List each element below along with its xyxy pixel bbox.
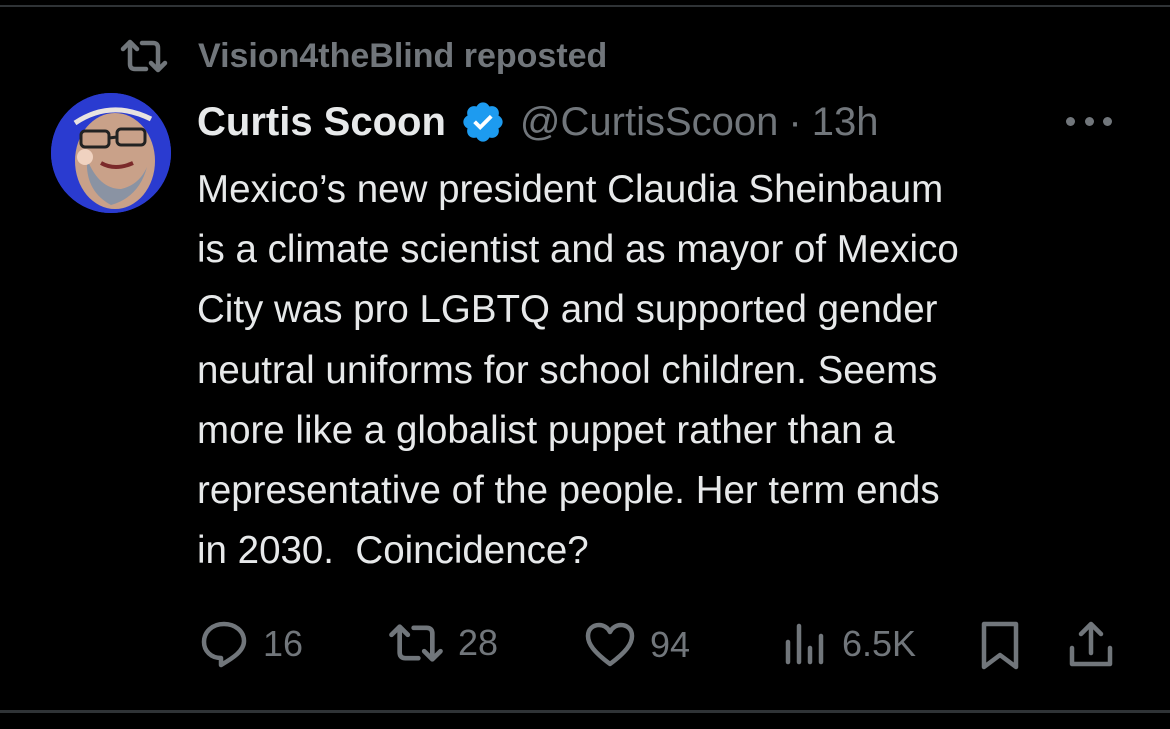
tweet-text[interactable]: Mexico’s new president Claudia Sheinbaum… xyxy=(197,160,1137,581)
repost-context[interactable]: Vision4theBlind reposted xyxy=(120,34,607,78)
share-button[interactable] xyxy=(1068,620,1114,670)
like-count: 94 xyxy=(650,624,691,665)
bottom-divider xyxy=(0,710,1170,713)
bookmark-button[interactable] xyxy=(980,620,1020,672)
repost-count: 28 xyxy=(458,622,499,663)
author-handle[interactable]: @CurtisScoon xyxy=(520,100,778,145)
more-dot xyxy=(1103,116,1112,126)
more-dot xyxy=(1066,116,1075,126)
more-dot xyxy=(1084,116,1094,126)
like-button[interactable]: 94 xyxy=(584,622,690,668)
reply-button[interactable]: 16 xyxy=(199,620,303,668)
reply-icon xyxy=(201,621,247,668)
top-divider xyxy=(0,5,1170,7)
display-name[interactable]: Curtis Scoon xyxy=(197,100,446,145)
repost-label: Vision4theBlind reposted xyxy=(198,36,608,75)
action-bar: 16 28 94 6.5K xyxy=(0,618,1170,676)
tweet-header: Curtis Scoon @CurtisScoon · 13h xyxy=(197,95,878,149)
avatar[interactable] xyxy=(51,93,171,213)
bookmark-icon xyxy=(981,621,1019,670)
views-button[interactable]: 6.5K xyxy=(784,622,916,666)
post-time[interactable]: 13h xyxy=(812,100,879,145)
verified-badge-icon[interactable] xyxy=(460,99,506,145)
more-options-icon[interactable] xyxy=(1066,112,1112,130)
heart-icon xyxy=(585,622,635,667)
repost-button[interactable]: 28 xyxy=(388,621,498,665)
separator-dot: · xyxy=(788,99,802,144)
share-icon xyxy=(1069,621,1113,667)
avatar-image xyxy=(51,93,171,213)
views-icon xyxy=(785,623,824,665)
repost-icon xyxy=(120,39,168,73)
view-count: 6.5K xyxy=(842,623,917,664)
repost-icon xyxy=(389,624,443,662)
reply-count: 16 xyxy=(263,623,304,664)
